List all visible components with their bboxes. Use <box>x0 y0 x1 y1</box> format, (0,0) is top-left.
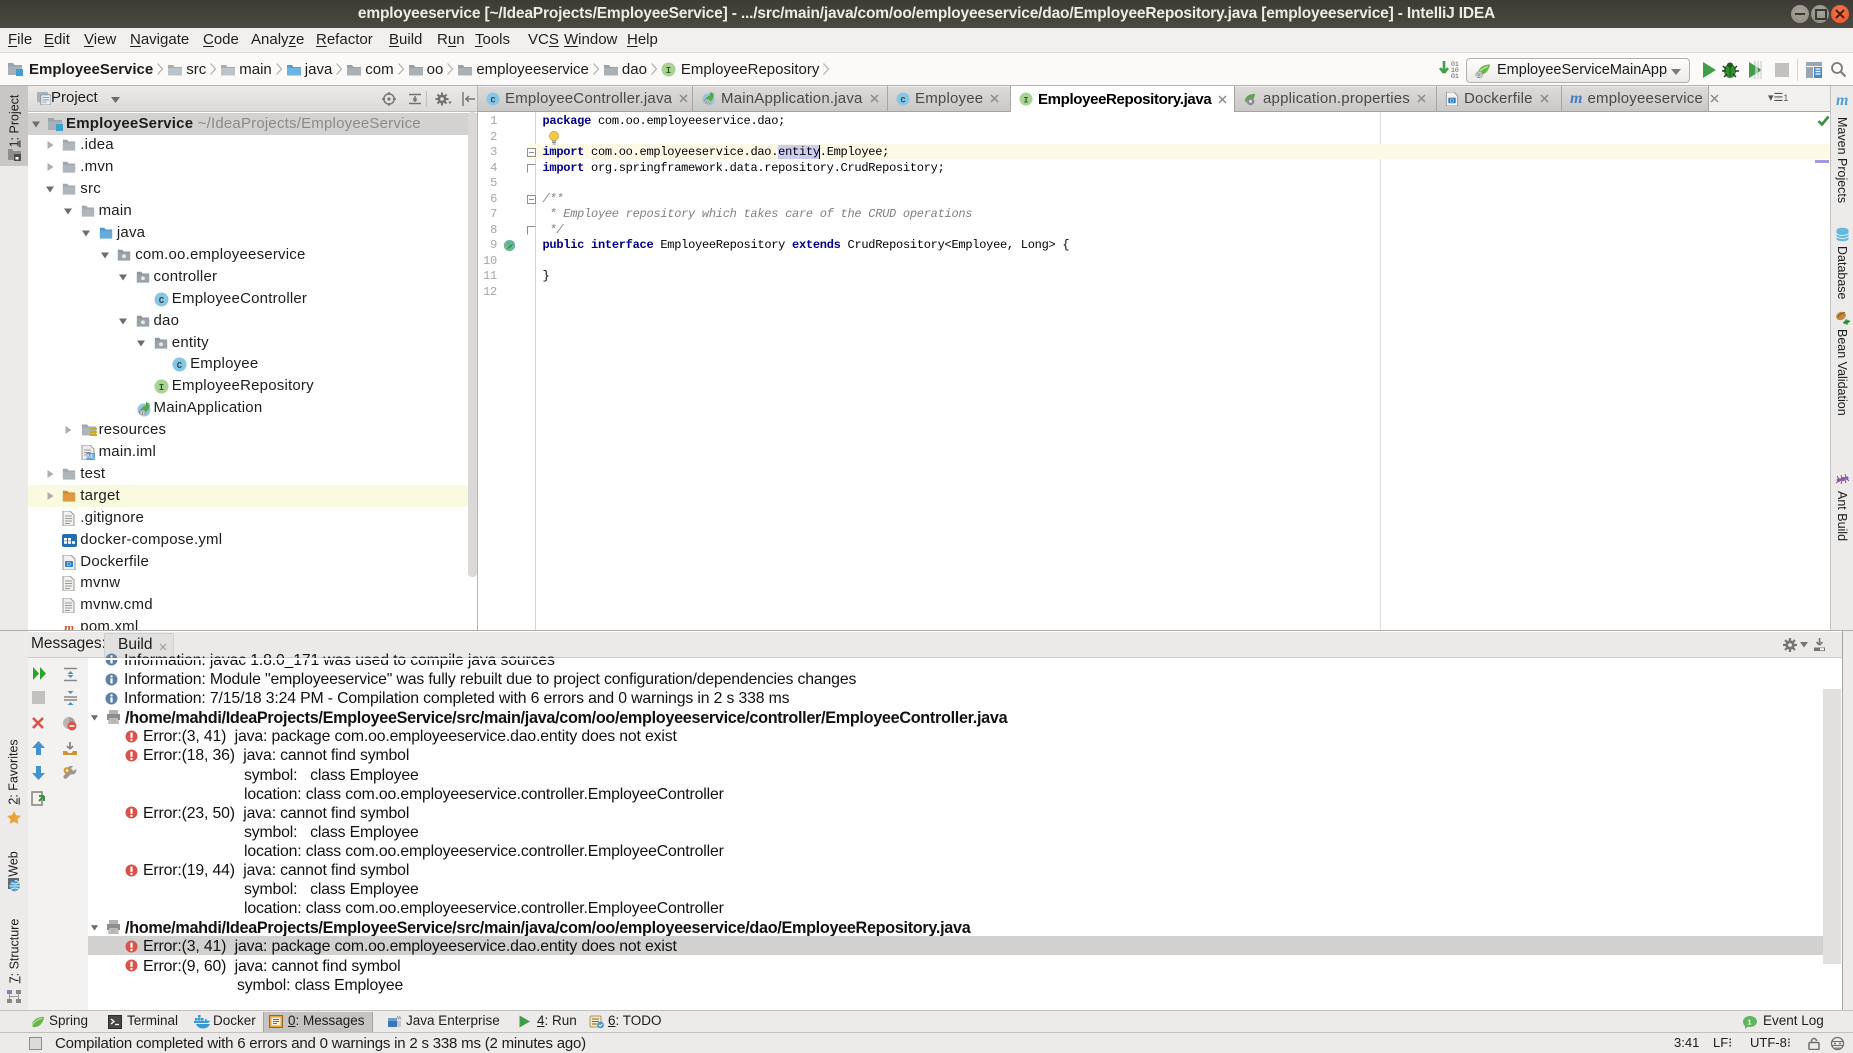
svg-text:C: C <box>490 95 495 105</box>
svg-text:I: I <box>1023 95 1028 105</box>
svg-text:1: 1 <box>1747 1017 1751 1026</box>
svg-text:C: C <box>177 361 183 371</box>
svg-text:I: I <box>666 66 671 76</box>
svg-text:m: m <box>64 620 74 630</box>
svg-text:C: C <box>159 296 165 306</box>
svg-text:@: @ <box>704 99 710 106</box>
svg-text:D: D <box>1450 98 1454 104</box>
svg-text:@: @ <box>139 410 146 417</box>
svg-text:@: @ <box>1475 73 1482 80</box>
svg-text:I: I <box>159 383 164 393</box>
svg-text:IML: IML <box>85 455 95 460</box>
svg-text:C: C <box>900 95 905 105</box>
svg-text:01: 01 <box>1451 73 1459 80</box>
svg-text:D: D <box>67 562 71 568</box>
